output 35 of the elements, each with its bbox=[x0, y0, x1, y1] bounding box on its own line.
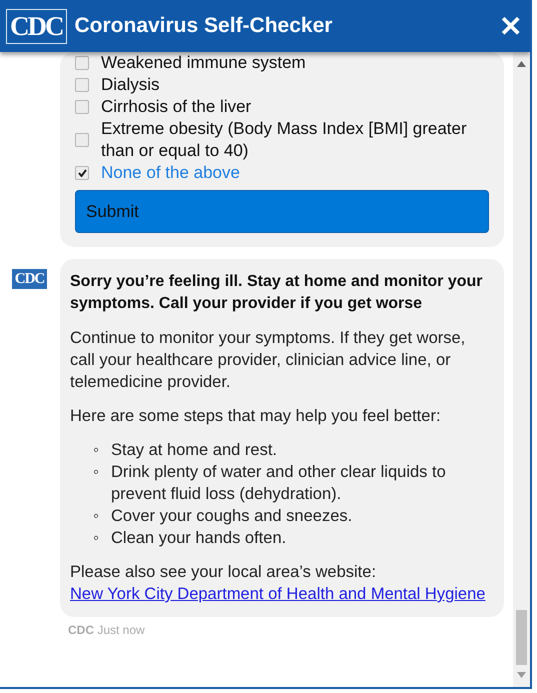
sender-label: CDC bbox=[68, 623, 94, 637]
reply-text: Here are some steps that may help you feel better: bbox=[70, 406, 442, 427]
option-label[interactable]: None of the above bbox=[75, 162, 490, 184]
option-label[interactable]: Dialysis bbox=[75, 74, 490, 96]
checkbox[interactable] bbox=[75, 133, 89, 147]
reply-heading: Sorry you’re feeling ill. Stay at home and monitor your symptoms. Call your provider if you get worse bbox=[70, 272, 484, 314]
timestamp: Just now bbox=[97, 623, 145, 637]
check-icon bbox=[78, 169, 86, 177]
checkbox[interactable] bbox=[75, 166, 89, 180]
bullet: ◦ bbox=[92, 506, 100, 527]
avatar: CDC bbox=[12, 269, 47, 289]
scroll-thumb[interactable] bbox=[516, 610, 527, 665]
scroll-up-icon[interactable] bbox=[517, 61, 526, 67]
bullet: ◦ bbox=[92, 440, 100, 461]
list-item: Cover your coughs and sneezes. bbox=[111, 506, 352, 527]
bullet: ◦ bbox=[92, 528, 100, 549]
bullet: ◦ bbox=[92, 462, 100, 483]
checkbox[interactable] bbox=[75, 56, 89, 70]
list-item: Stay at home and rest. bbox=[111, 440, 278, 461]
option-label[interactable]: Cirrhosis of the liver bbox=[75, 96, 490, 118]
checkbox[interactable] bbox=[75, 78, 89, 92]
reply-text: Continue to monitor your symptoms. If they get worse, call your healthcare provider, clinician advice line, or telemedicine provider. bbox=[70, 328, 466, 393]
website-link[interactable]: New York City Department of Health and Mental Hygiene bbox=[70, 583, 486, 605]
reply-text: Please also see your local area’s website: bbox=[70, 562, 378, 583]
scrollbar[interactable] bbox=[513, 52, 530, 687]
option-label[interactable]: Weakened immune system bbox=[75, 52, 490, 74]
option-label[interactable]: Extreme obesity (Body Mass Index [BMI] greater than or equal to 40) bbox=[75, 118, 490, 162]
window-title: Coronavirus Self-Checker bbox=[74, 14, 334, 38]
checkbox[interactable] bbox=[75, 100, 89, 114]
close-button[interactable]: ✕ bbox=[499, 10, 522, 42]
scroll-down-icon[interactable] bbox=[517, 672, 526, 678]
logo: CDC bbox=[6, 9, 66, 44]
submit-button[interactable]: Submit bbox=[75, 190, 489, 233]
list-item: Drink plenty of water and other clear liquids to prevent fluid loss (dehydration). bbox=[111, 462, 447, 505]
list-item: Clean your hands often. bbox=[111, 528, 286, 549]
